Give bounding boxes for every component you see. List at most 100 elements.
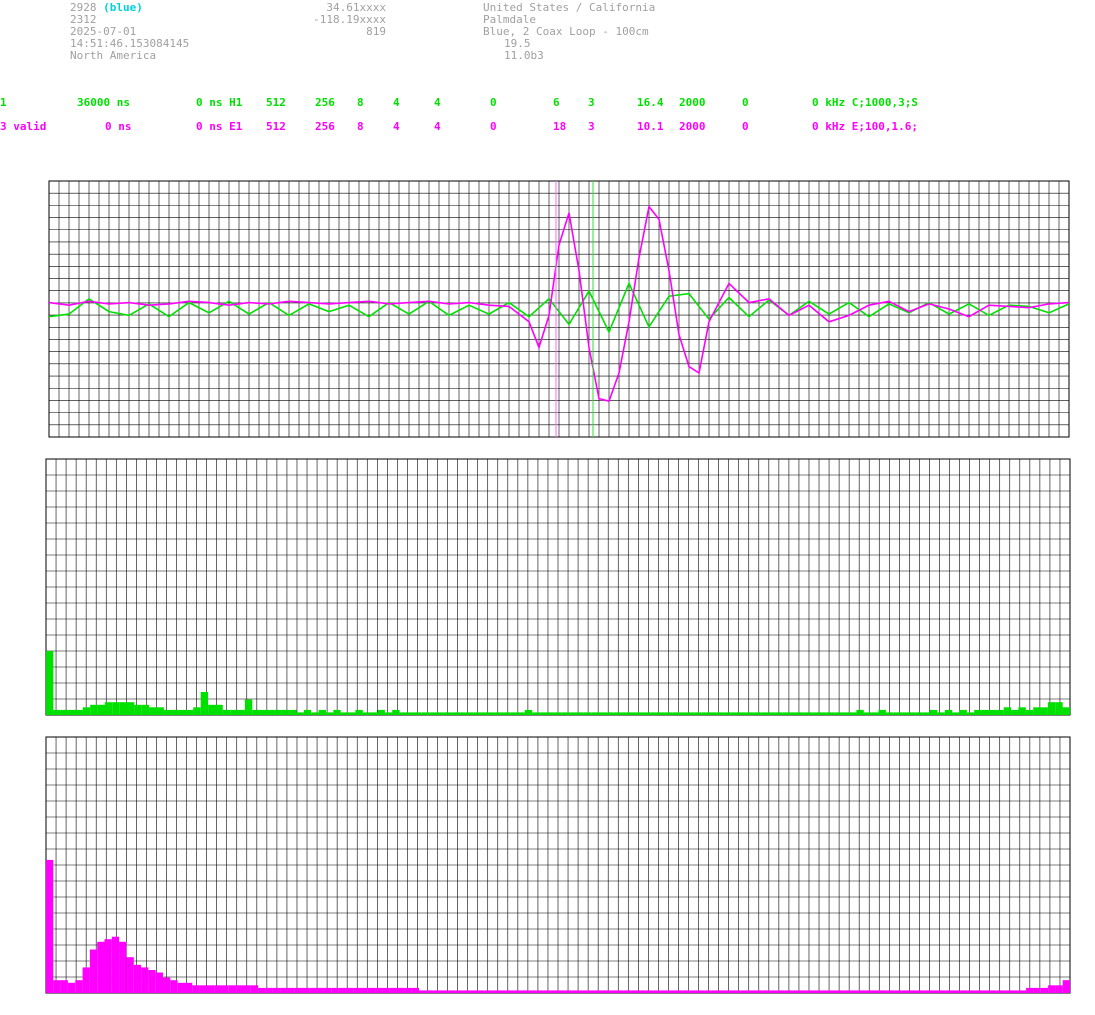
spectrum-bar — [723, 712, 732, 715]
spectrum-bar — [878, 709, 886, 715]
spectrum-bar — [331, 987, 339, 993]
spectrum-bar — [871, 712, 879, 715]
waveform-panel — [48, 180, 1070, 438]
spectrum-bar — [134, 704, 142, 715]
spectrum-bar — [404, 987, 412, 993]
spectrum-bar — [601, 990, 610, 993]
spectrum-bar — [1040, 987, 1048, 993]
spectrum-bar — [222, 709, 231, 715]
spectrum-bar — [480, 712, 488, 715]
spectrum-bar — [323, 987, 332, 993]
spectrum-bar — [974, 990, 983, 993]
spectrum-bar — [127, 702, 135, 715]
plots-canvas — [45, 180, 1071, 994]
spectrum-bar — [543, 990, 551, 993]
spectrum-bar — [528, 990, 536, 993]
spectrum-panel-e1 — [45, 736, 1071, 994]
spectrum-bar — [510, 712, 518, 715]
spectrum-bar — [274, 709, 282, 715]
spectrum-bar — [775, 712, 783, 715]
spectrum-bar — [576, 712, 584, 715]
spectrum-bar — [996, 709, 1004, 715]
spectrum-bar — [340, 712, 349, 715]
spectrum-bar — [945, 990, 953, 993]
spectrum-bar — [60, 709, 69, 715]
spectrum-bar — [872, 990, 880, 993]
spectrum-bar — [1055, 985, 1063, 993]
spectrum-bar — [75, 709, 83, 715]
spectrum-bar — [470, 990, 478, 993]
spectrum-bar — [258, 987, 266, 993]
spectrum-bar — [907, 712, 916, 715]
spectrum-bar — [1011, 709, 1019, 715]
spectrum-bar — [228, 985, 237, 993]
spectrum-bar — [171, 709, 179, 715]
spectrum-bar — [155, 972, 163, 993]
spectrum-bar — [163, 709, 172, 715]
spectrum-bar — [119, 941, 127, 993]
spectrum-bar — [477, 990, 485, 993]
spectrum-bar — [558, 990, 566, 993]
spectrum-bar — [267, 709, 275, 715]
spectrum-bar — [311, 712, 319, 715]
spectrum-bar — [532, 712, 540, 715]
spectrum-bar — [536, 990, 544, 993]
spectrum-bar — [989, 709, 997, 715]
spectrum-bar — [806, 990, 814, 993]
spectrum-bar — [236, 985, 244, 993]
spectrum-panel-h1 — [45, 458, 1071, 716]
spectrum-bar — [675, 990, 683, 993]
spectrum-bar — [419, 990, 427, 993]
spectrum-bar — [148, 970, 156, 993]
spectrum-bar — [777, 990, 785, 993]
spectrum-bar — [953, 990, 961, 993]
spectrum-bar — [302, 987, 310, 993]
spectrum-bar — [594, 990, 602, 993]
spectrum-bar — [937, 712, 945, 715]
spectrum-bar — [959, 709, 967, 715]
spectrum-bar — [938, 990, 946, 993]
spectrum-bar — [429, 712, 437, 715]
spectrum-bar — [635, 712, 643, 715]
spectrum-bar — [112, 702, 120, 715]
spectrum-bar — [697, 990, 705, 993]
spectrum-bar — [849, 712, 857, 715]
spectrum-bar — [411, 987, 419, 993]
spectrum-bar — [782, 712, 791, 715]
spectrum-bar — [97, 704, 105, 715]
spectrum-bar — [287, 987, 295, 993]
spectrum-bar — [591, 712, 599, 715]
spectrum-bar — [214, 985, 222, 993]
spectrum-bar — [296, 712, 304, 715]
spectrum-bar — [814, 990, 822, 993]
spectrum-bar — [499, 990, 507, 993]
spectrum-bar — [399, 712, 407, 715]
spectrum-bar — [1018, 990, 1027, 993]
spectrum-bar — [178, 709, 186, 715]
spectrum-bar — [609, 990, 617, 993]
spectrum-bar — [885, 712, 894, 715]
spectrum-bar — [360, 987, 368, 993]
spectrum-bar — [237, 709, 245, 715]
spectrum-bar — [579, 990, 588, 993]
spectrum-bar — [879, 990, 888, 993]
spectrum-bar — [982, 990, 990, 993]
spectrum-bar — [208, 704, 216, 715]
spectrum-bar — [90, 704, 98, 715]
spectrum-bar — [221, 985, 229, 993]
spectrum-bar — [1018, 707, 1026, 715]
spectrum-bar — [981, 709, 989, 715]
spectrum-bar — [748, 990, 756, 993]
spectrum-bar — [1062, 707, 1070, 715]
spectrum-bar — [667, 990, 675, 993]
spectrum-bar — [517, 712, 525, 715]
spectrum-bar — [338, 987, 346, 993]
spectrum-bar — [473, 712, 481, 715]
spectrum-bar — [631, 990, 639, 993]
spectrum-bar — [200, 692, 209, 715]
spectrum-bar — [931, 990, 939, 993]
spectrum-bar — [989, 990, 997, 993]
spectrum-bar — [660, 990, 668, 993]
spectrum-bar — [414, 712, 422, 715]
spectrum-bar — [370, 712, 378, 715]
